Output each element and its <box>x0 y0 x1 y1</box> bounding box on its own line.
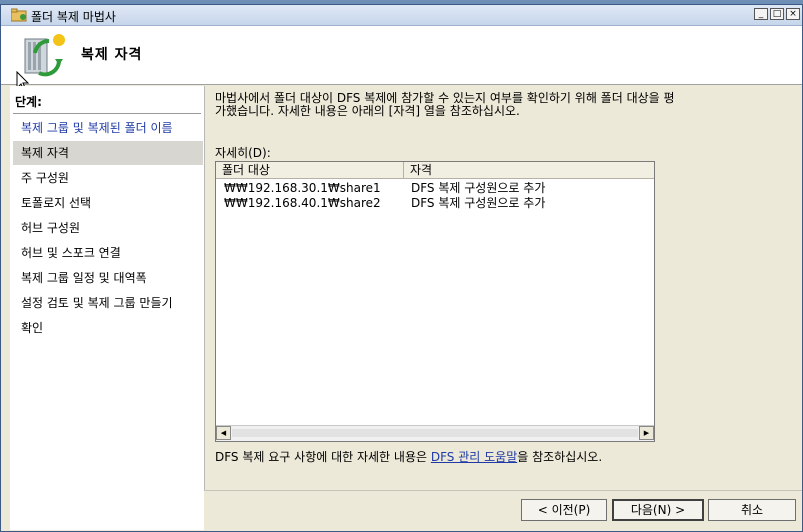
details-label: 자세히(D): <box>215 146 271 160</box>
column-eligibility[interactable]: 자격 <box>404 162 654 178</box>
dfs-help-link[interactable]: DFS 관리 도움말 <box>431 450 517 464</box>
list-row[interactable]: ₩₩192.168.40.1₩share2 DFS 복제 구성원으로 추가 <box>216 196 654 211</box>
button-bar: < 이전(P) 다음(N) > 취소 <box>204 490 802 531</box>
window-title: 폴더 복제 마법사 <box>31 10 116 24</box>
row-folder-target: ₩₩192.168.40.1₩share2 <box>224 196 381 210</box>
step-topology-selection: 토폴로지 선택 <box>21 196 92 210</box>
scroll-track[interactable] <box>232 429 638 437</box>
close-button[interactable]: × <box>786 8 800 20</box>
horizontal-scrollbar[interactable]: ◀ ▶ <box>216 425 654 441</box>
description-text: 마법사에서 폴더 대상이 DFS 복제에 참가할 수 있는지 여부를 확인하기 … <box>215 91 675 118</box>
help-note-suffix: 을 참조하십시오. <box>517 450 603 464</box>
eligibility-list[interactable]: 폴더 대상 자격 ₩₩192.168.30.1₩share1 DFS 복제 구성… <box>215 161 655 442</box>
step-replication-eligibility: 복제 자격 <box>13 141 203 165</box>
steps-heading: 단계: <box>15 95 42 109</box>
step-review-create: 설정 검토 및 복제 그룹 만들기 <box>21 296 173 310</box>
step-primary-member: 주 구성원 <box>21 171 69 185</box>
next-button[interactable]: 다음(N) > <box>612 499 704 521</box>
page-title: 복제 자격 <box>81 47 143 63</box>
wizard-window: 폴더 복제 마법사 _ □ × 복제 자격 단계: 복제 그룹 및 복제된 폴더… <box>0 4 803 532</box>
back-button[interactable]: < 이전(P) <box>521 499 607 521</box>
minimize-button[interactable]: _ <box>754 8 768 20</box>
help-note: DFS 복제 요구 사항에 대한 자세한 내용은 DFS 관리 도움말을 참조하… <box>215 448 602 465</box>
row-eligibility: DFS 복제 구성원으로 추가 <box>411 181 546 195</box>
steps-divider <box>13 113 201 114</box>
help-note-prefix: DFS 복제 요구 사항에 대한 자세한 내용은 <box>215 450 431 464</box>
step-replication-group-name[interactable]: 복제 그룹 및 복제된 폴더 이름 <box>13 116 203 140</box>
wizard-header: 복제 자격 <box>1 26 802 85</box>
scroll-right-icon[interactable]: ▶ <box>639 426 654 440</box>
step-hub-members: 허브 구성원 <box>21 221 81 235</box>
scroll-left-icon[interactable]: ◀ <box>216 426 231 440</box>
column-folder-target[interactable]: 폴더 대상 <box>216 162 404 178</box>
title-bar[interactable]: 폴더 복제 마법사 _ □ × <box>1 5 802 26</box>
row-folder-target: ₩₩192.168.30.1₩share1 <box>224 181 381 195</box>
step-hub-spoke-connections: 허브 및 스포크 연결 <box>21 246 121 260</box>
step-confirmation: 확인 <box>21 321 44 335</box>
cancel-button[interactable]: 취소 <box>708 499 796 521</box>
row-eligibility: DFS 복제 구성원으로 추가 <box>411 196 546 210</box>
maximize-button[interactable]: □ <box>770 8 784 20</box>
list-header: 폴더 대상 자격 <box>216 162 654 179</box>
steps-sidebar: 단계: 복제 그룹 및 복제된 폴더 이름 복제 자격 주 구성원 토폴로지 선… <box>10 86 205 530</box>
step-schedule-bandwidth: 복제 그룹 일정 및 대역폭 <box>21 271 147 285</box>
folder-app-icon <box>11 8 27 22</box>
list-row[interactable]: ₩₩192.168.30.1₩share1 DFS 복제 구성원으로 추가 <box>216 181 654 196</box>
